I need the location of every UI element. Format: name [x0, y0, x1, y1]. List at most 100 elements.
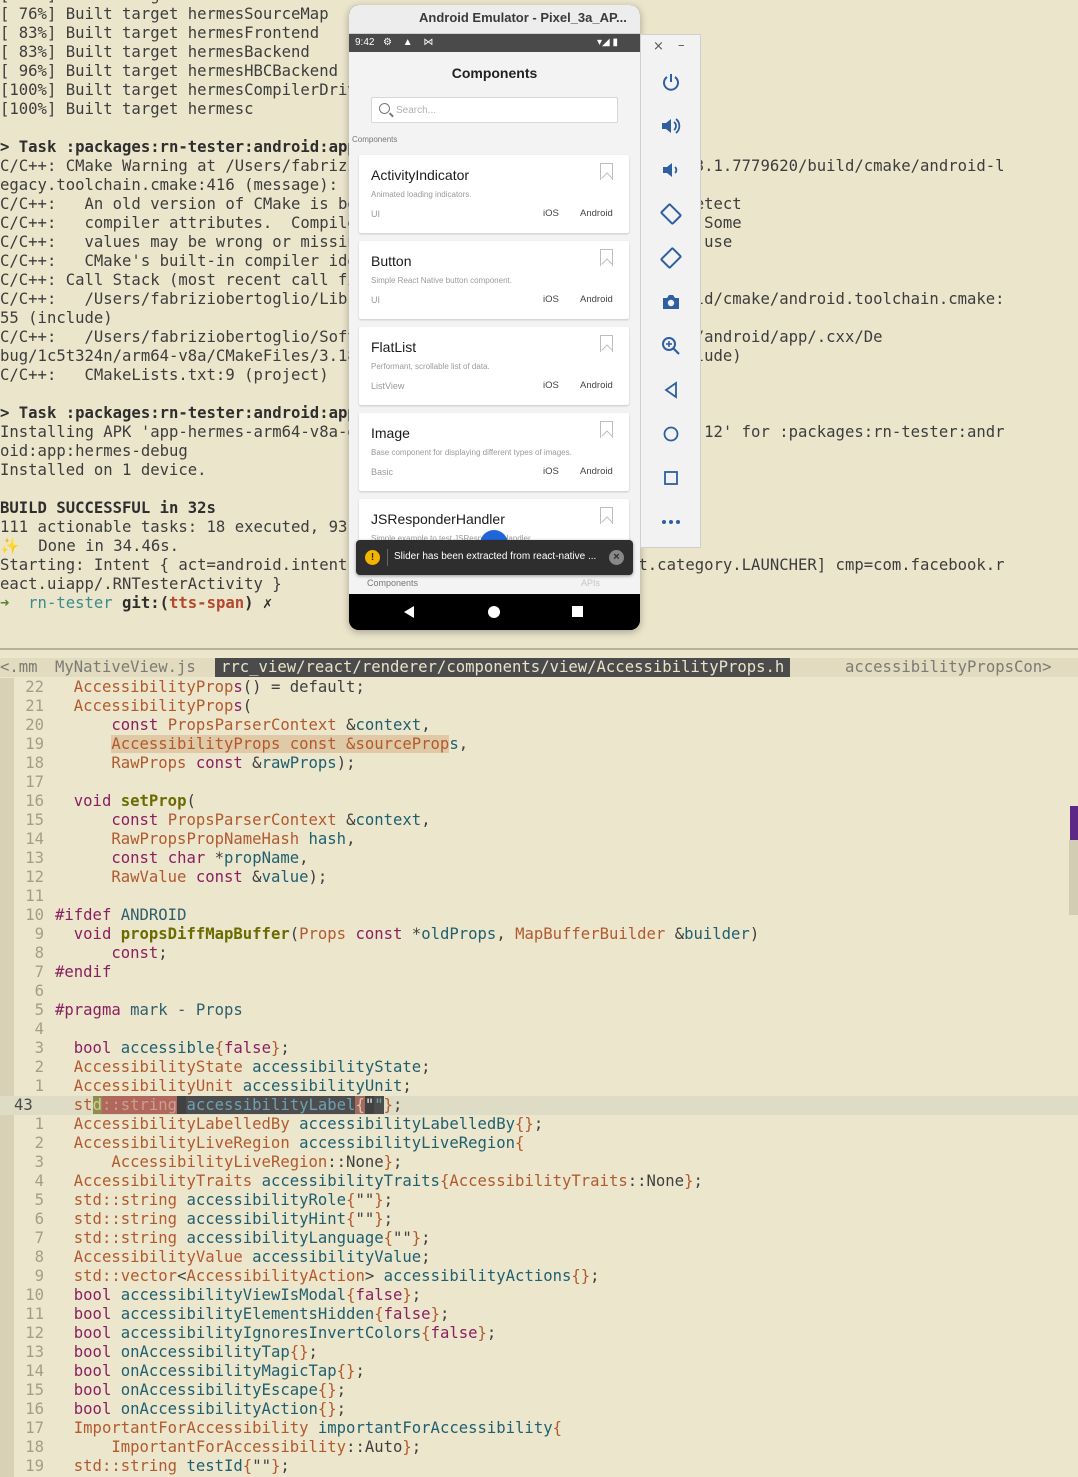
- code-line: 12 RawValue const &value);: [25, 868, 328, 886]
- code-line: 7 std::string accessibilityLanguage{""};: [34, 1229, 431, 1247]
- terminal-line: [ 96%] Built target hermesHBCBackend: [0, 62, 338, 80]
- recents-icon[interactable]: [572, 606, 583, 617]
- code-line: 21 AccessibilityProps(: [25, 697, 253, 715]
- code-line: 22 AccessibilityProps() = default;: [25, 678, 365, 696]
- code-line: 17 ImportantForAccessibility importantFo…: [25, 1419, 562, 1437]
- bookmark-icon[interactable]: [600, 335, 613, 352]
- terminal-line: ➜ rn-tester git:(tts-span) ✗: [0, 594, 273, 612]
- code-line: 13 const char *propName,: [25, 849, 309, 867]
- code-line: 3 AccessibilityLiveRegion::None};: [34, 1153, 403, 1171]
- code-line: 10 #ifdef ANDROID: [25, 906, 187, 924]
- status-notification-icons: ⚙ ▲ ⋈: [383, 37, 438, 48]
- tab-components[interactable]: Components: [367, 578, 418, 588]
- card-title: ActivityIndicator: [371, 167, 470, 183]
- terminal-line: C/C++: Call Stack (most recent call firs…: [0, 271, 404, 289]
- component-card-image[interactable]: Image Base component for displaying diff…: [359, 413, 629, 491]
- scroll-marker: [1070, 806, 1078, 840]
- card-platform-android: Android: [580, 466, 613, 477]
- code-editor[interactable]: <.mm MyNativeView.js rrc_view/react/rend…: [0, 648, 1078, 1477]
- terminal-line: Installed on 1 device.: [0, 461, 207, 479]
- tab-apis[interactable]: APIs: [581, 578, 600, 588]
- terminal-line: oid:app:hermes-debug: [0, 442, 188, 460]
- scrollbar[interactable]: [1069, 840, 1078, 915]
- volume-up-icon[interactable]: [656, 111, 686, 141]
- close-icon[interactable]: ×: [609, 550, 624, 565]
- search-box[interactable]: [371, 97, 618, 123]
- code-line: 19 std::string testId{""};: [25, 1457, 290, 1475]
- terminal-line: [100%] Built target hermesCompilerDriver: [0, 81, 376, 99]
- tab-accessibility-props[interactable]: rrc_view/react/renderer/components/view/…: [215, 658, 791, 677]
- code-line: 4: [34, 1020, 44, 1038]
- terminal-line: [ 83%] Built target hermesFrontend: [0, 24, 320, 42]
- code-line: 2 AccessibilityLiveRegion accessibilityL…: [34, 1134, 525, 1152]
- home-icon[interactable]: [488, 606, 500, 618]
- terminal-line: [ 76%] Built target hermesSourceMap: [0, 5, 329, 23]
- code-line: 9 std::vector<AccessibilityAction> acces…: [34, 1267, 600, 1285]
- code-line: 7 #endif: [34, 963, 112, 981]
- code-line: 6 std::string accessibilityHint{""};: [34, 1210, 394, 1228]
- terminal-line: [ 83%] Built target hermesBackend: [0, 43, 310, 61]
- card-category: Basic: [371, 467, 394, 477]
- rotate-left-icon[interactable]: [656, 199, 686, 229]
- card-platform-android: Android: [580, 208, 613, 219]
- card-description: Animated loading indicators.: [371, 190, 472, 199]
- card-platform-ios: iOS: [543, 380, 559, 391]
- code-line: 17: [25, 773, 44, 791]
- code-line: 9 void propsDiffMapBuffer(Props const *o…: [34, 925, 760, 943]
- zoom-icon[interactable]: [656, 331, 686, 361]
- terminal-line: ✨ Done in 34.46s.: [0, 537, 180, 555]
- volume-down-icon[interactable]: [656, 155, 686, 185]
- card-description: Base component for displaying different …: [371, 448, 572, 457]
- bookmark-icon[interactable]: [600, 163, 613, 180]
- bookmark-icon[interactable]: [600, 249, 613, 266]
- terminal-line: 55 (include): [0, 309, 113, 327]
- emulator-title-bar[interactable]: Android Emulator - Pixel_3a_AP...: [349, 5, 640, 34]
- code-line: 1 AccessibilityUnit accessibilityUnit;: [34, 1077, 412, 1095]
- card-title: JSResponderHandler: [371, 511, 505, 527]
- camera-icon[interactable]: [656, 287, 686, 317]
- card-platform-ios: iOS: [543, 466, 559, 477]
- code-line: 20 const PropsParserContext &context,: [25, 716, 431, 734]
- toast-divider: [387, 549, 388, 566]
- terminal-line: [100%] Built target hermesc: [0, 100, 254, 118]
- component-card-activityindicator[interactable]: ActivityIndicator Animated loading indic…: [359, 155, 629, 233]
- warning-icon: !: [365, 550, 380, 565]
- code-line: 6: [34, 982, 44, 1000]
- more-icon[interactable]: [656, 507, 686, 537]
- rotate-right-icon[interactable]: [656, 243, 686, 273]
- code-line: 5 #pragma mark - Props: [34, 1001, 243, 1019]
- component-card-flatlist[interactable]: FlatList Performant, scrollable list of …: [359, 327, 629, 405]
- terminal-line: egacy.toolchain.cmake:416 (message):: [0, 176, 338, 194]
- section-label: Components: [352, 135, 398, 144]
- power-icon[interactable]: [656, 67, 686, 97]
- card-description: Performant, scrollable list of data.: [371, 362, 490, 371]
- status-signal-battery-icons: ▾◢ ▮: [597, 37, 618, 48]
- tab-mm[interactable]: <.mm: [0, 658, 38, 677]
- minimize-icon[interactable]: –: [678, 38, 685, 53]
- tab-accessibility-props-con[interactable]: accessibilityPropsCon>: [845, 658, 1052, 677]
- warning-toast[interactable]: ! Slider has been extracted from react-n…: [356, 540, 633, 575]
- card-platform-ios: iOS: [543, 208, 559, 219]
- code-line: 13 bool onAccessibilityTap{};: [25, 1343, 318, 1361]
- close-icon[interactable]: ×: [653, 39, 664, 54]
- status-time: 9:42: [355, 37, 375, 48]
- bookmark-icon[interactable]: [600, 421, 613, 438]
- android-status-bar: 9:42 ⚙ ▲ ⋈ ▾◢ ▮: [349, 34, 640, 52]
- back-icon[interactable]: [656, 375, 686, 405]
- code-line: 15 bool onAccessibilityEscape{};: [25, 1381, 347, 1399]
- toast-message: Slider has been extracted from react-nat…: [394, 551, 597, 562]
- tab-mynativeview[interactable]: MyNativeView.js: [55, 658, 196, 677]
- component-card-button[interactable]: Button Simple React Native button compon…: [359, 241, 629, 319]
- terminal-line: eact.uiapp/.RNTesterActivity }: [0, 575, 282, 593]
- overview-icon[interactable]: [656, 463, 686, 493]
- android-emulator-window: Android Emulator - Pixel_3a_AP... 9:42 ⚙…: [349, 5, 640, 630]
- android-nav-bar: [349, 594, 640, 630]
- search-input[interactable]: [396, 102, 606, 119]
- code-line: 16 bool onAccessibilityAction{};: [25, 1400, 347, 1418]
- bookmark-icon[interactable]: [600, 507, 613, 524]
- back-icon[interactable]: [404, 606, 414, 618]
- code-line: 11 bool accessibilityElementsHidden{fals…: [25, 1305, 450, 1323]
- code-line-current: 43 std::string accessibilityLabel{""};: [0, 1096, 1078, 1115]
- card-category: UI: [371, 295, 380, 305]
- home-icon[interactable]: [656, 419, 686, 449]
